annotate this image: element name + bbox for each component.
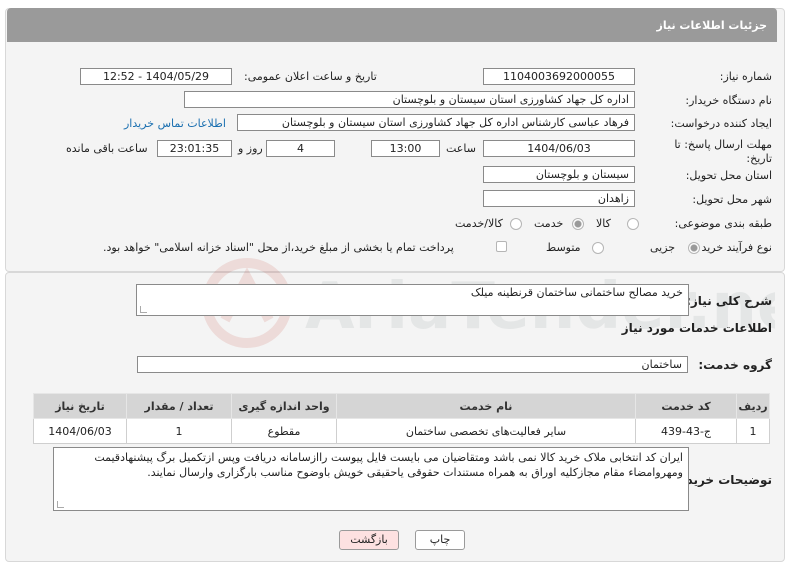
category-radio-service[interactable] — [572, 218, 584, 230]
remaining-label: ساعت باقی مانده — [66, 142, 148, 155]
need-number-label: شماره نیاز: — [719, 70, 772, 83]
city-label: شهر محل تحویل: — [692, 193, 772, 206]
treasury-payment-checkbox[interactable] — [496, 241, 507, 252]
buyer-notes-text: ایران کد انتخابی ملاک خرید کالا نمی باشد… — [94, 451, 683, 479]
table-header-row: ردیف کد خدمت نام خدمت واحد اندازه گیری ت… — [33, 393, 770, 419]
col-date-header: تاریخ نیاز — [33, 393, 127, 419]
col-qty-header: تعداد / مقدار — [126, 393, 232, 419]
need-number-field: 1104003692000055 — [483, 68, 635, 85]
city-field: زاهدان — [483, 190, 635, 207]
days-label: روز و — [238, 142, 263, 155]
buyer-contact-link[interactable]: اطلاعات تماس خریدار — [124, 117, 226, 130]
category-option-goods: کالا — [596, 217, 611, 230]
category-option-goods-service: کالا/خدمت — [455, 217, 503, 230]
print-button[interactable]: چاپ — [415, 530, 465, 550]
buyer-notes-field: ایران کد انتخابی ملاک خرید کالا نمی باشد… — [53, 447, 689, 511]
requester-field: فرهاد عباسی کارشناس اداره کل جهاد کشاورز… — [237, 114, 635, 131]
buyer-org-field: اداره کل جهاد کشاورزی استان سیستان و بلو… — [184, 91, 635, 108]
process-type-label: نوع فرآیند خرید : — [694, 241, 772, 254]
services-section-title: اطلاعات خدمات مورد نیاز — [621, 321, 772, 335]
cell-row: 1 — [736, 418, 770, 444]
cell-date: 1404/06/03 — [33, 418, 127, 444]
col-row-header: ردیف — [736, 393, 770, 419]
deadline-date-field: 1404/06/03 — [483, 140, 635, 157]
cell-code: ج-43-439 — [635, 418, 737, 444]
category-label: طبقه بندی موضوعی: — [674, 217, 772, 230]
col-code-header: کد خدمت — [635, 393, 737, 419]
province-field: سیستان و بلوچستان — [483, 166, 635, 183]
category-radio-goods[interactable] — [627, 218, 639, 230]
process-option-medium: متوسط — [546, 241, 581, 254]
back-button[interactable]: بازگشت — [339, 530, 399, 550]
requester-label: ایجاد کننده درخواست: — [670, 117, 772, 130]
days-remaining-field: 4 — [266, 140, 335, 157]
province-label: استان محل تحویل: — [685, 169, 772, 182]
treasury-payment-note: پرداخت تمام یا بخشی از مبلغ خرید،از محل … — [103, 241, 454, 254]
cell-qty: 1 — [126, 418, 232, 444]
service-group-field: ساختمان — [137, 356, 688, 373]
resize-grip-icon[interactable] — [140, 306, 147, 313]
table-row: 1 ج-43-439 سایر فعالیت‌های تخصصی ساختمان… — [33, 418, 770, 444]
process-option-minor: جزیی — [650, 241, 676, 254]
category-radio-goods-service[interactable] — [510, 218, 522, 230]
deadline-time-field: 13:00 — [371, 140, 440, 157]
category-option-service: خدمت — [534, 217, 564, 230]
page-header: جزئیات اطلاعات نیاز — [7, 8, 777, 42]
col-name-header: نام خدمت — [336, 393, 636, 419]
deadline-time-label: ساعت — [446, 142, 476, 155]
process-radio-minor[interactable] — [688, 242, 700, 254]
summary-text: خرید مصالح ساختمانی ساختمان قرنطینه میلک — [470, 286, 683, 299]
deadline-label: مهلت ارسال پاسخ: تا تاریخ: — [674, 138, 772, 165]
buyer-org-label: نام دستگاه خریدار: — [685, 94, 772, 107]
summary-field: خرید مصالح ساختمانی ساختمان قرنطینه میلک — [136, 284, 689, 316]
summary-label: شرح کلی نیاز: — [686, 294, 772, 308]
announce-datetime-field: 1404/05/29 - 12:52 — [80, 68, 232, 85]
process-radio-medium[interactable] — [592, 242, 604, 254]
resize-grip-icon[interactable] — [57, 501, 64, 508]
page-title: جزئیات اطلاعات نیاز — [656, 19, 768, 32]
announce-datetime-label: تاریخ و ساعت اعلان عمومی: — [244, 70, 377, 83]
cell-unit: مقطوع — [231, 418, 337, 444]
services-table: ردیف کد خدمت نام خدمت واحد اندازه گیری ت… — [33, 393, 770, 444]
cell-name: سایر فعالیت‌های تخصصی ساختمان — [336, 418, 636, 444]
time-remaining-field: 23:01:35 — [157, 140, 232, 157]
col-unit-header: واحد اندازه گیری — [231, 393, 337, 419]
service-group-label: گروه خدمت: — [698, 358, 772, 372]
